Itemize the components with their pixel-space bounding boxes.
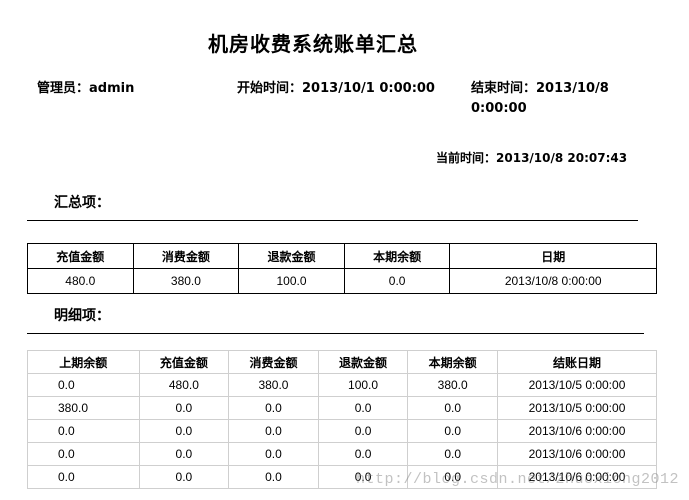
admin-label: 管理员： — [37, 81, 90, 96]
detail-header-cell: 充值金额 — [138, 350, 230, 374]
detail-cell: 0.0 — [317, 419, 409, 443]
report-title: 机房收费系统账单汇总 — [208, 32, 418, 56]
summary-cell: 2013/10/8 0:00:00 — [449, 268, 657, 294]
table-row: 380.0 0.0 0.0 0.0 0.0 2013/10/5 0:00:00 — [27, 396, 657, 420]
summary-data-row: 480.0 380.0 100.0 0.0 2013/10/8 0:00:00 — [27, 268, 657, 294]
summary-header-row: 充值金额 消费金额 退款金额 本期余额 日期 — [27, 243, 657, 269]
summary-cell: 0.0 — [343, 268, 451, 294]
summary-table: 充值金额 消费金额 退款金额 本期余额 日期 480.0 380.0 100.0… — [27, 243, 657, 294]
detail-cell: 0.0 — [228, 465, 319, 489]
summary-cell: 100.0 — [238, 268, 345, 294]
summary-header-cell: 本期余额 — [343, 243, 451, 269]
summary-header-cell: 退款金额 — [238, 243, 345, 269]
detail-divider — [27, 333, 644, 334]
table-row: 0.0 480.0 380.0 100.0 380.0 2013/10/5 0:… — [27, 373, 657, 397]
start-time-value: 2013/10/1 0:00:00 — [302, 81, 435, 96]
current-time-info: 当前时间：2013/10/8 20:07:43 — [436, 148, 627, 168]
detail-cell: 2013/10/6 0:00:00 — [497, 419, 657, 443]
summary-header-cell: 日期 — [449, 243, 657, 269]
detail-cell: 0.0 — [228, 419, 319, 443]
end-time-label: 结束时间： — [471, 81, 537, 96]
end-time-info: 结束时间：2013/10/8 0:00:00 — [471, 79, 609, 119]
detail-table: 上期余额 充值金额 消费金额 退款金额 本期余额 结账日期 0.0 480.0 … — [27, 350, 657, 489]
detail-cell: 380.0 — [228, 373, 319, 397]
summary-section-label: 汇总项： — [54, 195, 110, 211]
detail-cell: 0.0 — [407, 442, 498, 466]
start-time-label: 开始时间： — [237, 81, 303, 96]
detail-cell: 0.0 — [27, 442, 140, 466]
detail-section-label: 明细项： — [54, 308, 110, 324]
detail-cell: 0.0 — [317, 442, 409, 466]
current-time-label: 当前时间： — [436, 151, 497, 165]
admin-info: 管理员：admin — [37, 79, 134, 99]
detail-cell: 0.0 — [228, 442, 319, 466]
detail-header-cell: 上期余额 — [27, 350, 140, 374]
current-time-value: 2013/10/8 20:07:43 — [496, 151, 628, 165]
summary-cell: 380.0 — [132, 268, 240, 294]
detail-cell: 0.0 — [27, 419, 140, 443]
detail-cell: 380.0 — [27, 396, 140, 420]
end-time-value-line1: 2013/10/8 — [536, 81, 609, 96]
start-time-info: 开始时间：2013/10/1 0:00:00 — [237, 79, 435, 99]
detail-cell: 2013/10/6 0:00:00 — [497, 442, 657, 466]
detail-cell: 2013/10/5 0:00:00 — [497, 396, 657, 420]
blog-watermark: http://blog.csdn.net/zhuoxiong2012 — [355, 471, 679, 488]
detail-header-row: 上期余额 充值金额 消费金额 退款金额 本期余额 结账日期 — [27, 350, 657, 374]
detail-header-cell: 本期余额 — [407, 350, 498, 374]
detail-header-cell: 消费金额 — [228, 350, 319, 374]
table-row: 0.0 0.0 0.0 0.0 0.0 2013/10/6 0:00:00 — [27, 442, 657, 466]
detail-header-cell: 退款金额 — [317, 350, 409, 374]
detail-cell: 0.0 — [138, 465, 230, 489]
detail-cell: 0.0 — [138, 396, 230, 420]
detail-cell: 0.0 — [27, 465, 140, 489]
detail-cell: 0.0 — [138, 442, 230, 466]
detail-cell: 0.0 — [27, 373, 140, 397]
detail-cell: 100.0 — [317, 373, 409, 397]
detail-cell: 480.0 — [138, 373, 230, 397]
summary-divider — [27, 220, 638, 221]
summary-header-cell: 消费金额 — [132, 243, 240, 269]
summary-cell: 480.0 — [27, 268, 134, 294]
detail-cell: 0.0 — [407, 396, 498, 420]
detail-cell: 0.0 — [407, 419, 498, 443]
detail-cell: 0.0 — [317, 396, 409, 420]
detail-cell: 380.0 — [407, 373, 498, 397]
detail-cell: 2013/10/5 0:00:00 — [497, 373, 657, 397]
detail-header-cell: 结账日期 — [497, 350, 657, 374]
admin-value: admin — [89, 81, 135, 96]
table-row: 0.0 0.0 0.0 0.0 0.0 2013/10/6 0:00:00 — [27, 419, 657, 443]
detail-cell: 0.0 — [228, 396, 319, 420]
detail-cell: 0.0 — [138, 419, 230, 443]
summary-header-cell: 充值金额 — [27, 243, 134, 269]
end-time-value-line2: 0:00:00 — [471, 101, 527, 116]
